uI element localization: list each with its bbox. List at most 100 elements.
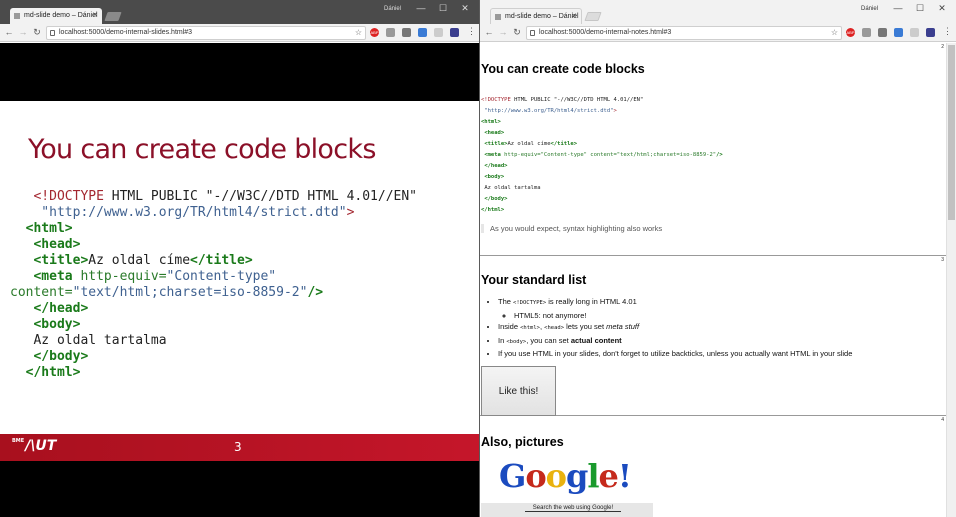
code-token: <title> bbox=[33, 253, 89, 268]
like-this-button[interactable]: Like this! bbox=[481, 366, 556, 416]
slide-code-block: <!DOCTYPE HTML PUBLIC "-//W3C//DTD HTML … bbox=[10, 189, 417, 381]
code-token: Az oldal tartalma bbox=[484, 185, 541, 191]
forward-arrow-icon[interactable]: → bbox=[498, 27, 508, 38]
code-token: > bbox=[613, 108, 617, 114]
adblock-extension-icon[interactable]: ABP bbox=[370, 28, 379, 37]
code-token: http-equiv="Content-type" content="text/… bbox=[500, 152, 717, 158]
page-info-icon[interactable] bbox=[50, 30, 55, 36]
code-token: /> bbox=[716, 152, 723, 158]
search-caption[interactable]: Search the web using Google! bbox=[525, 505, 621, 512]
extension-icon[interactable] bbox=[894, 28, 903, 37]
favicon-icon bbox=[495, 14, 501, 20]
extension-icon[interactable] bbox=[862, 28, 871, 37]
code-token: <head> bbox=[484, 130, 505, 136]
adblock-extension-icon[interactable]: ABP bbox=[846, 28, 855, 37]
extension-icon[interactable] bbox=[386, 28, 395, 37]
slides-browser-window: md-slide demo – Dániel ✕ Dániel — ☐ ✕ ← … bbox=[0, 0, 480, 517]
list-item: HTML5: not anymore! bbox=[514, 310, 852, 322]
page-info-icon[interactable] bbox=[530, 30, 535, 36]
extension-icon[interactable] bbox=[418, 28, 427, 37]
vertical-scrollbar[interactable] bbox=[946, 43, 956, 517]
maximize-icon[interactable]: ☐ bbox=[433, 3, 453, 14]
bme-aut-logo: BME/\UT bbox=[12, 438, 57, 454]
maximize-icon[interactable]: ☐ bbox=[910, 3, 930, 14]
profile-name[interactable]: Dániel bbox=[861, 6, 878, 12]
new-tab-button[interactable] bbox=[104, 12, 122, 21]
tab-title: md-slide demo – Dániel bbox=[24, 12, 98, 19]
new-tab-button[interactable] bbox=[584, 12, 602, 21]
url-input[interactable]: localhost:5000/demo-internal-slides.html… bbox=[46, 26, 366, 40]
menu-dots-icon[interactable]: ⋮ bbox=[943, 26, 952, 37]
tab-title: md-slide demo – Dániel bbox=[505, 13, 579, 20]
notes-code-block: <!DOCTYPE HTML PUBLIC "-//W3C//DTD HTML … bbox=[481, 95, 723, 216]
bookmark-star-icon[interactable]: ☆ bbox=[355, 27, 362, 39]
list-item: In <body>, you can set actual content bbox=[498, 335, 852, 349]
close-tab-icon[interactable]: ✕ bbox=[571, 9, 577, 24]
list-item: If you use HTML in your slides, don't fo… bbox=[498, 348, 852, 360]
google-logo-image: Google! bbox=[499, 457, 632, 495]
address-toolbar: ← → ↻ localhost:5000/demo-internal-notes… bbox=[480, 24, 956, 42]
code-token: HTML PUBLIC "-//W3C//DTD HTML 4.01//EN" bbox=[510, 97, 644, 103]
menu-dots-icon[interactable]: ⋮ bbox=[467, 26, 476, 37]
extension-icon[interactable] bbox=[434, 28, 443, 37]
url-input[interactable]: localhost:5000/demo-internal-notes.html#… bbox=[526, 26, 842, 40]
notes-browser-window: md-slide demo – Dániel ✕ Dániel — ☐ ✕ ← … bbox=[480, 0, 956, 517]
code-token: HTML PUBLIC "-//W3C//DTD HTML 4.01//EN" bbox=[103, 189, 418, 204]
code-token: "Content-type" bbox=[166, 269, 277, 284]
code-token: <meta bbox=[484, 152, 501, 158]
slide-letterbox-bottom bbox=[0, 461, 479, 517]
code-token: <body> bbox=[484, 174, 505, 180]
extension-icon[interactable] bbox=[910, 28, 919, 37]
code-token: <html> bbox=[25, 221, 73, 236]
notes-page: 2 You can create code blocks <!DOCTYPE H… bbox=[480, 43, 956, 517]
code-token: content= bbox=[10, 285, 73, 300]
minimize-icon[interactable]: — bbox=[411, 3, 431, 13]
close-window-icon[interactable]: ✕ bbox=[932, 3, 952, 14]
profile-name[interactable]: Dániel bbox=[384, 6, 401, 12]
code-token: "http://www.w3.org/TR/html4/strict.dtd" bbox=[481, 108, 614, 114]
title-bar: md-slide demo – Dániel ✕ Dániel — ☐ ✕ bbox=[480, 0, 956, 24]
browser-tab[interactable]: md-slide demo – Dániel ✕ bbox=[10, 8, 102, 24]
code-token: <body> bbox=[33, 317, 81, 332]
back-arrow-icon[interactable]: ← bbox=[4, 27, 14, 38]
note-section: 4 Also, pictures Google! Search the web … bbox=[480, 416, 946, 517]
code-token: <!DOCTYPE bbox=[481, 97, 511, 103]
reload-icon[interactable]: ↻ bbox=[32, 27, 42, 38]
note-number: 3 bbox=[941, 257, 944, 263]
code-token: Az oldal címe bbox=[507, 141, 551, 147]
code-token: </body> bbox=[484, 196, 508, 202]
reload-icon[interactable]: ↻ bbox=[512, 27, 522, 38]
browser-tab[interactable]: md-slide demo – Dániel ✕ bbox=[490, 8, 582, 24]
code-token: </title> bbox=[550, 141, 578, 147]
close-window-icon[interactable]: ✕ bbox=[455, 3, 475, 14]
code-token: </head> bbox=[484, 163, 508, 169]
forward-arrow-icon[interactable]: → bbox=[18, 27, 28, 38]
extension-icon[interactable] bbox=[402, 28, 411, 37]
bookmark-star-icon[interactable]: ☆ bbox=[831, 27, 838, 39]
scrollbar-thumb[interactable] bbox=[948, 45, 955, 220]
note-title: You can create code blocks bbox=[481, 62, 645, 76]
note-section: 2 You can create code blocks <!DOCTYPE H… bbox=[480, 43, 946, 256]
code-token: </title> bbox=[190, 253, 253, 268]
code-token: > bbox=[346, 205, 355, 220]
extension-icon[interactable] bbox=[926, 28, 935, 37]
back-arrow-icon[interactable]: ← bbox=[484, 27, 494, 38]
code-token: <!DOCTYPE bbox=[33, 189, 104, 204]
close-tab-icon[interactable]: ✕ bbox=[92, 8, 98, 24]
extension-icon[interactable] bbox=[878, 28, 887, 37]
code-token: <meta bbox=[33, 269, 73, 284]
slide-title: You can create code blocks bbox=[28, 134, 376, 165]
slide-footer: BME/\UT 3 bbox=[0, 434, 479, 461]
favicon-icon bbox=[14, 13, 20, 19]
title-bar: md-slide demo – Dániel ✕ Dániel — ☐ ✕ bbox=[0, 0, 479, 24]
extension-icon[interactable] bbox=[450, 28, 459, 37]
code-token: </html> bbox=[481, 207, 505, 213]
minimize-icon[interactable]: — bbox=[888, 3, 908, 13]
